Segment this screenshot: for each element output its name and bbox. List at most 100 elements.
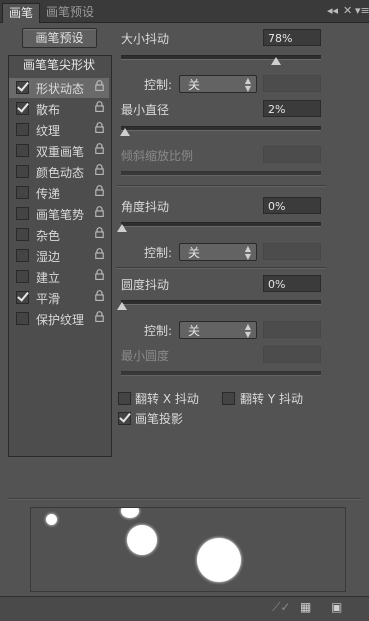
tab-brush[interactable]: 画笔 bbox=[2, 3, 41, 23]
roundness-jitter-value[interactable]: 0% bbox=[263, 275, 321, 292]
list-item-label: 杂色 bbox=[36, 229, 61, 243]
divider bbox=[8, 498, 361, 500]
flip-x-checkbox[interactable] bbox=[118, 392, 131, 405]
size-jitter-control-select[interactable]: 关 ▲ ▼ bbox=[179, 75, 257, 93]
list-item[interactable]: 颜色动态 bbox=[9, 162, 109, 182]
control-label: 控制: bbox=[144, 324, 173, 338]
toggle-bristle-preview-icon[interactable]: ⟋✓ bbox=[272, 600, 290, 615]
list-item-label: 保护纹理 bbox=[36, 313, 85, 327]
tab-brush-presets[interactable]: 画笔预设 bbox=[40, 3, 100, 22]
close-icon[interactable]: ✕ bbox=[343, 4, 352, 17]
roundness-jitter-slider-thumb[interactable] bbox=[117, 302, 127, 310]
divider bbox=[116, 185, 326, 187]
angle-jitter-slider-track[interactable] bbox=[121, 222, 321, 227]
list-item-checkbox[interactable] bbox=[16, 207, 29, 220]
panel-bottom-bar: ⟋✓ ▦ ▣ bbox=[0, 596, 369, 621]
list-item[interactable]: 形状动态 bbox=[9, 78, 109, 98]
list-item-checkbox[interactable] bbox=[16, 144, 29, 157]
control-label: 控制: bbox=[144, 78, 173, 92]
list-item-label: 散布 bbox=[36, 103, 61, 117]
brush-stroke-preview bbox=[30, 507, 346, 592]
list-item-label: 颜色动态 bbox=[36, 166, 85, 180]
min-roundness-slider-track bbox=[121, 371, 321, 376]
size-jitter-slider-track[interactable] bbox=[121, 55, 321, 60]
roundness-jitter-control-field bbox=[263, 321, 321, 338]
lock-icon[interactable] bbox=[95, 122, 104, 133]
brush-dab bbox=[197, 538, 241, 582]
brush-presets-button[interactable]: 画笔预设 bbox=[22, 28, 97, 48]
lock-icon[interactable] bbox=[95, 311, 104, 322]
list-item[interactable]: 湿边 bbox=[9, 246, 109, 266]
list-item-label: 画笔笔势 bbox=[36, 208, 85, 222]
list-item-checkbox[interactable] bbox=[16, 228, 29, 241]
brush-tip-shape-item[interactable]: 画笔笔尖形状 bbox=[9, 56, 109, 74]
angle-jitter-slider-thumb[interactable] bbox=[117, 224, 127, 232]
angle-jitter-value[interactable]: 0% bbox=[263, 197, 321, 214]
angle-jitter-control-select[interactable]: 关 ▲ ▼ bbox=[179, 243, 257, 261]
min-diameter-value[interactable]: 2% bbox=[263, 100, 321, 117]
list-item-checkbox[interactable] bbox=[16, 186, 29, 199]
list-item-label: 湿边 bbox=[36, 250, 61, 264]
list-item-label: 传递 bbox=[36, 187, 61, 201]
roundness-jitter-slider-track[interactable] bbox=[121, 300, 321, 305]
lock-icon[interactable] bbox=[95, 185, 104, 196]
panel-menu-icon[interactable]: ▾≡ bbox=[355, 4, 369, 17]
list-item[interactable]: 平滑 bbox=[9, 288, 109, 308]
list-item-checkbox[interactable] bbox=[16, 249, 29, 262]
angle-jitter-control-field bbox=[263, 243, 321, 260]
lock-icon[interactable] bbox=[95, 80, 104, 91]
brush-dab bbox=[46, 514, 57, 525]
size-jitter-control-field bbox=[263, 75, 321, 92]
list-item-label: 双重画笔 bbox=[36, 145, 85, 159]
flip-y-label: 翻转 Y 抖动 bbox=[240, 392, 303, 406]
min-diameter-slider-thumb[interactable] bbox=[120, 128, 130, 136]
roundness-jitter-label: 圆度抖动 bbox=[121, 278, 170, 292]
min-diameter-slider-track[interactable] bbox=[121, 126, 321, 131]
list-item-checkbox[interactable] bbox=[16, 312, 29, 325]
lock-icon[interactable] bbox=[95, 164, 104, 175]
list-item-label: 形状动态 bbox=[36, 82, 85, 96]
list-item[interactable]: 杂色 bbox=[9, 225, 109, 245]
size-jitter-label: 大小抖动 bbox=[121, 32, 170, 46]
list-item[interactable]: 保护纹理 bbox=[9, 309, 109, 329]
list-item[interactable]: 传递 bbox=[9, 183, 109, 203]
list-item[interactable]: 画笔笔势 bbox=[9, 204, 109, 224]
flip-y-checkbox[interactable] bbox=[222, 392, 235, 405]
select-value: 关 bbox=[188, 78, 201, 92]
select-arrows-icon: ▲ ▼ bbox=[244, 322, 251, 339]
min-diameter-label: 最小直径 bbox=[121, 103, 170, 117]
lock-icon[interactable] bbox=[95, 248, 104, 259]
list-item-checkbox[interactable] bbox=[16, 123, 29, 136]
tilt-scale-label: 倾斜缩放比例 bbox=[121, 149, 194, 163]
lock-icon[interactable] bbox=[95, 227, 104, 238]
tilt-scale-value bbox=[263, 146, 321, 163]
list-item-checkbox[interactable] bbox=[16, 270, 29, 283]
lock-icon[interactable] bbox=[95, 269, 104, 280]
lock-icon[interactable] bbox=[95, 143, 104, 154]
list-item[interactable]: 双重画笔 bbox=[9, 141, 109, 161]
roundness-jitter-control-select[interactable]: 关 ▲ ▼ bbox=[179, 321, 257, 339]
min-roundness-value bbox=[263, 346, 321, 363]
brush-projection-label: 画笔投影 bbox=[135, 412, 184, 426]
list-item[interactable]: 纹理 bbox=[9, 120, 109, 140]
collapse-icon[interactable]: ◂◂ bbox=[327, 4, 338, 17]
list-item-checkbox[interactable] bbox=[16, 102, 29, 115]
list-item[interactable]: 建立 bbox=[9, 267, 109, 287]
list-item-checkbox[interactable] bbox=[16, 291, 29, 304]
list-item-checkbox[interactable] bbox=[16, 165, 29, 178]
size-jitter-value[interactable]: 78% bbox=[263, 29, 321, 46]
size-jitter-slider-thumb[interactable] bbox=[271, 57, 281, 65]
create-new-brush-icon[interactable]: ▣ bbox=[331, 600, 342, 614]
lock-icon[interactable] bbox=[95, 101, 104, 112]
list-item-checkbox[interactable] bbox=[16, 81, 29, 94]
brush-projection-checkbox[interactable] bbox=[118, 412, 131, 425]
select-value: 关 bbox=[188, 246, 201, 260]
open-preset-manager-icon[interactable]: ▦ bbox=[300, 600, 311, 614]
lock-icon[interactable] bbox=[95, 206, 104, 217]
lock-icon[interactable] bbox=[95, 290, 104, 301]
list-item-label: 平滑 bbox=[36, 292, 61, 306]
flip-x-label: 翻转 X 抖动 bbox=[135, 392, 199, 406]
select-value: 关 bbox=[188, 324, 201, 338]
list-item[interactable]: 散布 bbox=[9, 99, 109, 119]
panel-tab-bar: 画笔 画笔预设 ◂◂ ✕ ▾≡ bbox=[0, 0, 369, 23]
